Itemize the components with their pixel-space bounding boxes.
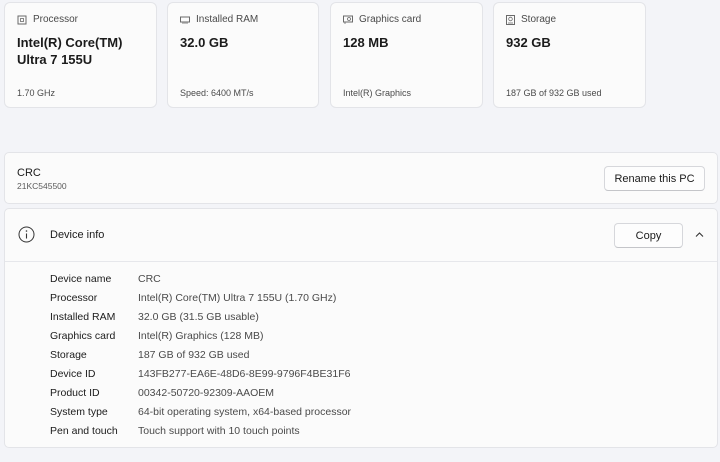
processor-card-value: Intel(R) Core(TM) Ultra 7 155U xyxy=(17,35,123,67)
storage-card-sub: 187 GB of 932 GB used xyxy=(506,88,602,98)
spec-row: Storage 187 GB of 932 GB used xyxy=(50,345,351,364)
ram-card: Installed RAM 32.0 GB Speed: 6400 MT/s xyxy=(167,2,319,108)
spec-row: Processor Intel(R) Core(TM) Ultra 7 155U … xyxy=(50,288,351,307)
spec-value: 64-bit operating system, x64-based proce… xyxy=(138,405,352,418)
graphics-card: Graphics card 128 MB Intel(R) Graphics xyxy=(330,2,483,108)
ram-card-title: Installed RAM xyxy=(196,14,259,25)
device-info-panel: Device info Copy Device name CRC Processor… xyxy=(4,208,718,448)
ram-card-sub: Speed: 6400 MT/s xyxy=(180,88,254,98)
device-info-header[interactable]: Device info Copy xyxy=(5,209,717,262)
storage-card-value: 932 GB xyxy=(506,35,551,50)
spec-row: Product ID 00342-50720-92309-AAOEM xyxy=(50,383,351,402)
pc-name-panel: CRC 21KC545500 Rename this PC xyxy=(4,152,718,204)
spec-value: CRC xyxy=(138,272,161,285)
copy-button[interactable]: Copy xyxy=(614,223,683,248)
chevron-up-icon[interactable] xyxy=(694,229,705,240)
spec-value: 143FB277-EA6E-48D6-8E99-9796F4BE31F6 xyxy=(138,367,351,380)
graphics-card-value: 128 MB xyxy=(343,35,389,50)
spec-row: Device name CRC xyxy=(50,269,351,288)
spec-label: Graphics card xyxy=(50,329,116,342)
graphics-card-icon xyxy=(343,15,353,24)
spec-label: Product ID xyxy=(50,386,100,399)
processor-card: Processor Intel(R) Core(TM) Ultra 7 155U… xyxy=(4,2,157,108)
spec-value: Touch support with 10 touch points xyxy=(138,424,300,437)
graphics-card-sub: Intel(R) Graphics xyxy=(343,88,412,98)
spec-list: Device name CRC Processor Intel(R) Core(TM)… xyxy=(50,269,351,440)
spec-label: Storage xyxy=(50,348,87,361)
spec-value: 00342-50720-92309-AAOEM xyxy=(138,386,275,399)
spec-row: Pen and touch Touch support with 10 touch… xyxy=(50,421,351,440)
graphics-card-title: Graphics card xyxy=(359,14,422,25)
spec-value: 187 GB of 932 GB used xyxy=(138,348,250,361)
spec-row: Graphics card Intel(R) Graphics (128 MB) xyxy=(50,326,351,345)
ram-icon xyxy=(180,16,190,24)
spec-label: System type xyxy=(50,405,108,418)
ram-card-value: 32.0 GB xyxy=(180,35,229,50)
rename-pc-button[interactable]: Rename this PC xyxy=(604,166,705,191)
spec-label: Pen and touch xyxy=(50,424,118,437)
processor-icon xyxy=(17,15,27,24)
spec-row: System type 64-bit operating system, x64-… xyxy=(50,402,351,421)
spec-row: Device ID 143FB277-EA6E-48D6-8E99-9796F4B… xyxy=(50,364,351,383)
spec-row: Installed RAM 32.0 GB (31.5 GB usable) xyxy=(50,307,351,326)
spec-label: Installed RAM xyxy=(50,310,116,323)
spec-label: Device ID xyxy=(50,367,96,380)
spec-label: Processor xyxy=(50,291,98,304)
spec-label: Device name xyxy=(50,272,112,285)
storage-card-title: Storage xyxy=(521,14,557,25)
spec-value: Intel(R) Graphics (128 MB) xyxy=(138,329,264,342)
processor-card-title: Processor xyxy=(33,14,79,25)
storage-card: Storage 932 GB 187 GB of 932 GB used xyxy=(493,2,646,108)
spec-value: 32.0 GB (31.5 GB usable) xyxy=(138,310,259,323)
device-info-title: Device info xyxy=(50,229,105,241)
pc-name: CRC xyxy=(17,167,41,179)
spec-value: Intel(R) Core(TM) Ultra 7 155U (1.70 GHz… xyxy=(138,291,337,304)
storage-icon xyxy=(506,14,515,25)
info-icon xyxy=(18,226,35,243)
processor-card-sub: 1.70 GHz xyxy=(17,88,56,98)
pc-model: 21KC545500 xyxy=(17,181,67,191)
